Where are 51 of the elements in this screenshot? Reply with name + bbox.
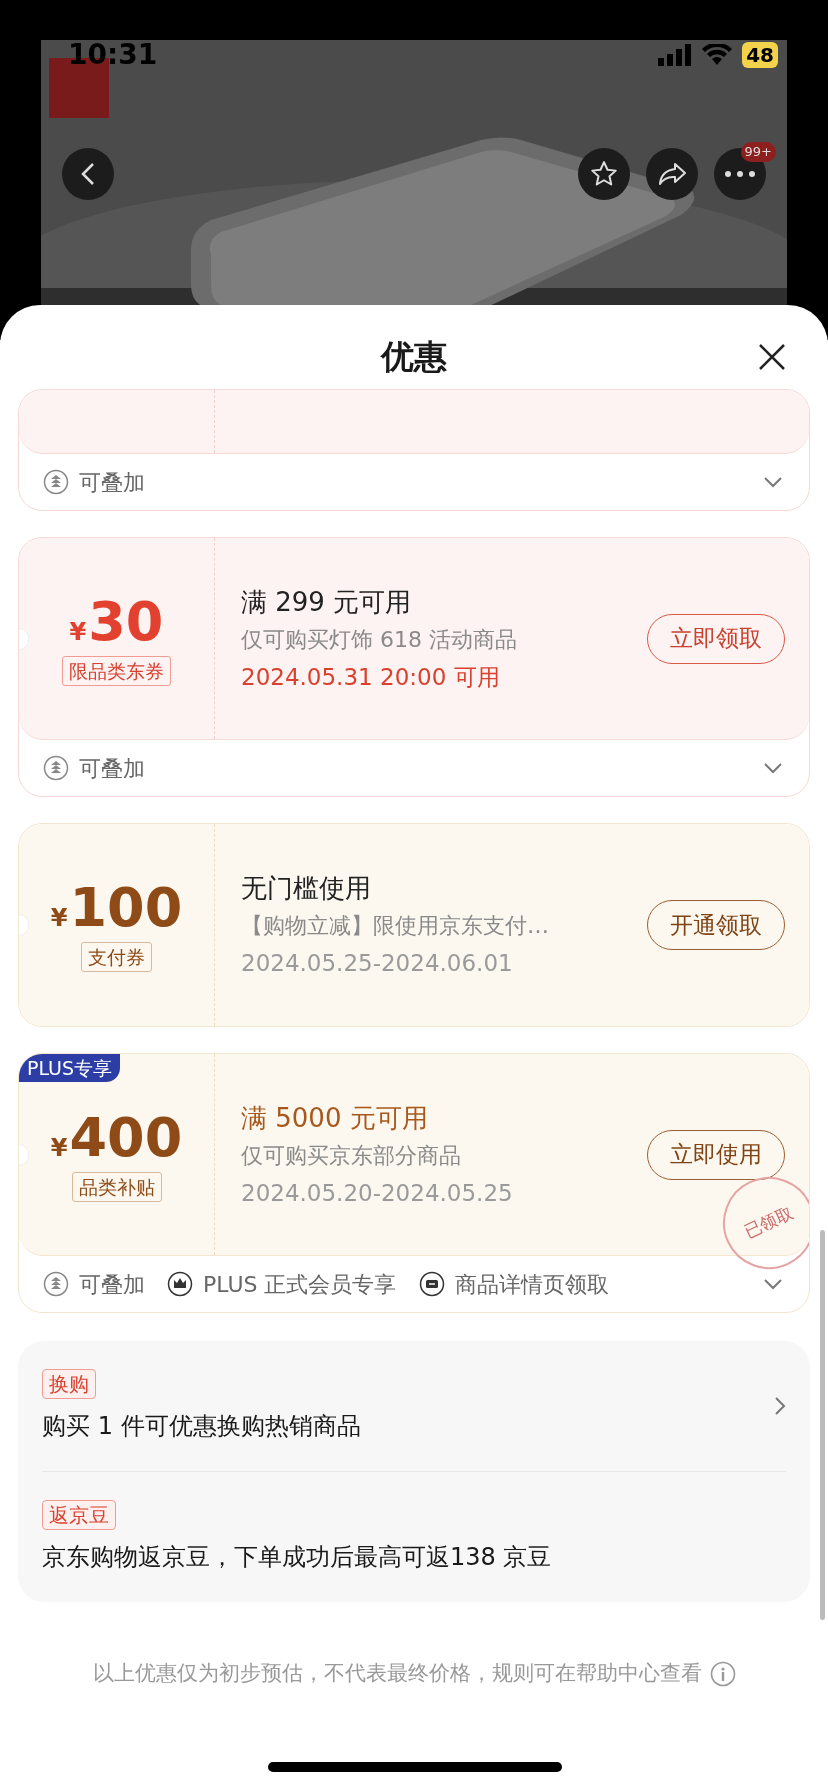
coupon-description: 【购物立减】限使用京东支付…: [241, 912, 550, 940]
coupon-feature: PLUS 正式会员专享: [203, 1270, 397, 1299]
stack-icon: [43, 1271, 69, 1297]
stack-icon: [43, 469, 69, 495]
promotion-tag: 返京豆: [42, 1500, 116, 1530]
claim-button[interactable]: 开通领取: [647, 900, 785, 950]
chevron-down-icon[interactable]: [763, 762, 783, 774]
info-icon[interactable]: [709, 1660, 736, 1687]
coupon-feature: 可叠加: [79, 1270, 145, 1299]
plus-badge: PLUS专享: [19, 1054, 121, 1082]
status-time: 10:31: [68, 37, 158, 73]
sheet-title: 优惠: [381, 336, 447, 379]
coupon-condition: 无门槛使用: [241, 872, 372, 905]
promotion-text: 购买 1 件可优惠换购热销商品: [42, 1411, 361, 1442]
coupon-date: 2024.05.31 20:00 可用: [241, 662, 501, 692]
coupon-amount: 100: [69, 878, 183, 938]
claim-button[interactable]: 立即使用: [647, 1129, 785, 1180]
more-icon: [725, 171, 755, 177]
close-icon: [758, 343, 786, 371]
chevron-down-icon[interactable]: [763, 1278, 783, 1290]
promotion-text: 京东购物返京豆，下单成功后最高可返138 京豆: [42, 1542, 552, 1573]
coupon-date: 2024.05.20-2024.05.25: [241, 1178, 514, 1208]
promotion-tag: 换购: [42, 1369, 96, 1399]
coupon-description: 仅可购买灯饰 618 活动商品: [241, 625, 518, 654]
currency-symbol: ¥: [50, 903, 68, 934]
coupon-feature: 商品详情页领取: [454, 1270, 609, 1299]
coupon-description: 仅可购买京东部分商品: [241, 1141, 462, 1170]
claim-button[interactable]: 立即领取: [647, 613, 785, 664]
wifi-icon: [702, 44, 733, 66]
coupon-type-tag: 限品类东券: [62, 655, 171, 686]
coupon-feature: 可叠加: [79, 468, 145, 497]
disclaimer-text: 以上优惠仅为初步预估，不代表最终价格，规则可在帮助中心查看: [92, 1660, 702, 1687]
coupon-feature: 可叠加: [79, 754, 145, 783]
coupon-type-tag: 支付券: [81, 942, 152, 972]
coupon-amount: 30: [88, 591, 164, 652]
coupon-type-tag: 品类补贴: [71, 1171, 162, 1202]
signal-icon: [658, 44, 693, 66]
crown-icon: [167, 1271, 193, 1297]
ticket-icon: [418, 1271, 445, 1297]
stack-icon: [43, 755, 69, 781]
chevron-down-icon[interactable]: [763, 476, 783, 488]
coupon-date: 2024.05.25-2024.06.01: [241, 949, 514, 978]
coupon-condition: 满 299 元可用: [241, 585, 413, 619]
coupon-amount: 400: [69, 1107, 183, 1168]
coupon-condition: 满 5000 元可用: [241, 1101, 429, 1135]
currency-symbol: ¥: [69, 616, 87, 648]
currency-symbol: ¥: [50, 1132, 68, 1164]
back-icon: [81, 162, 95, 186]
battery-level: 48: [742, 42, 778, 68]
chevron-right-icon[interactable]: [774, 1396, 786, 1416]
share-icon: [657, 161, 687, 187]
